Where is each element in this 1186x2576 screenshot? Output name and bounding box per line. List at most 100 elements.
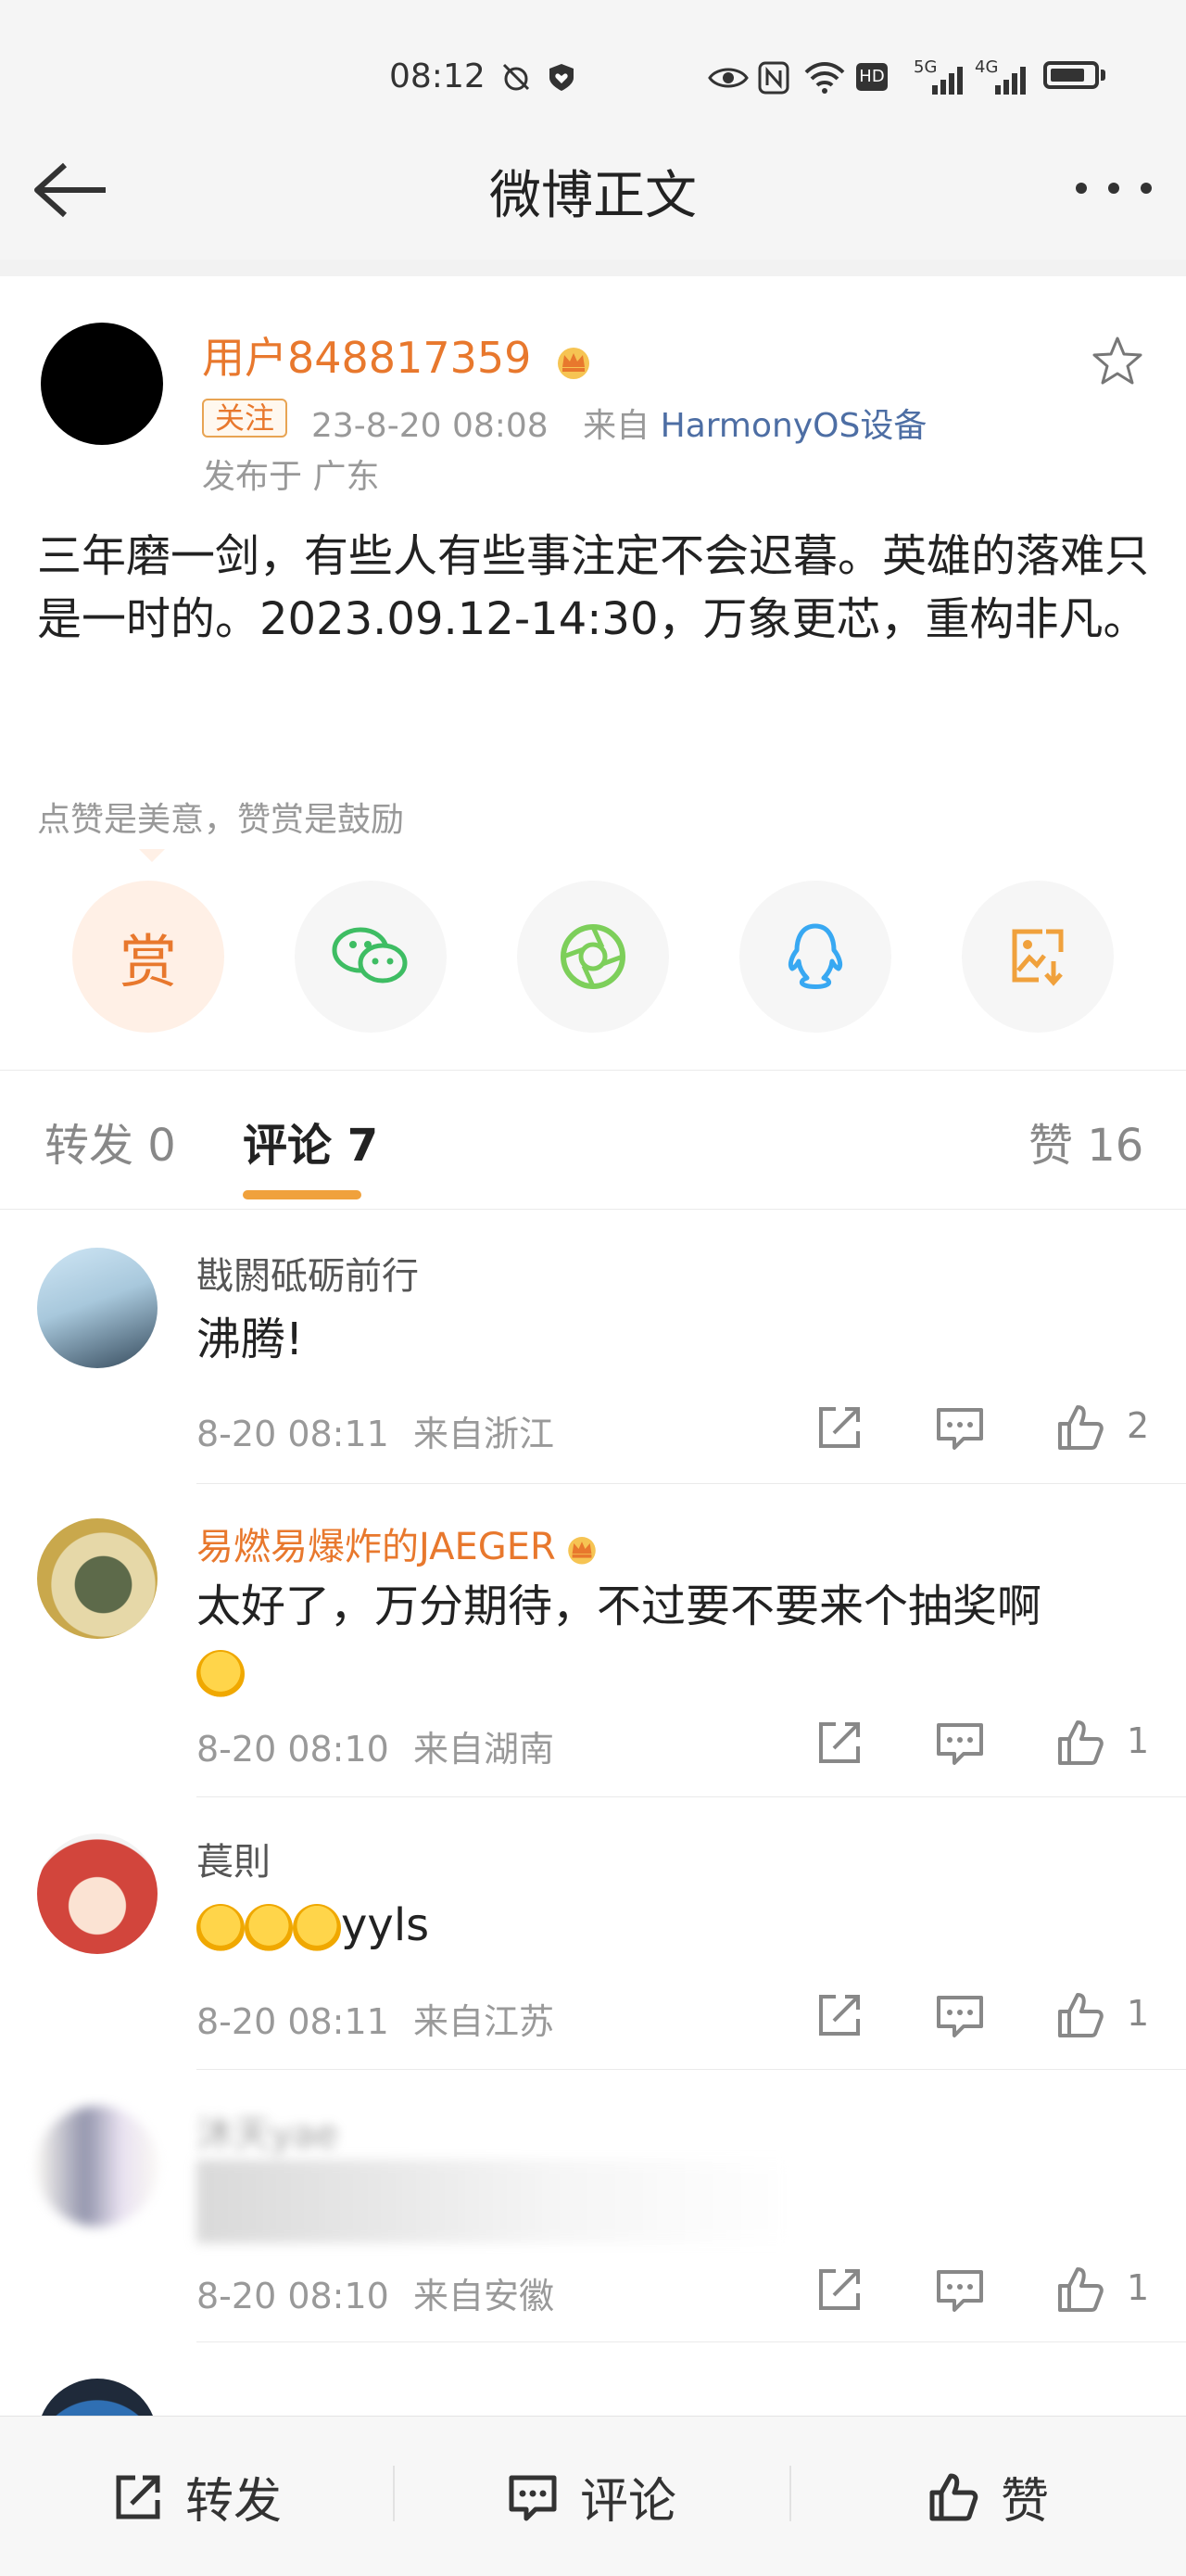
comment-author-text[interactable]: 易燃易爆炸的JAEGER bbox=[196, 1526, 556, 1568]
comment-like-count: 1 bbox=[1127, 2267, 1150, 2308]
comment-like-icon[interactable] bbox=[1054, 1989, 1106, 2041]
share-qq-button[interactable] bbox=[739, 881, 891, 1033]
tab-likes[interactable]: 赞 16 bbox=[1028, 1109, 1143, 1174]
comment-author[interactable]: 沐天yae bbox=[196, 2104, 338, 2158]
nfc-icon bbox=[758, 61, 789, 95]
comment-like-icon[interactable] bbox=[1054, 1717, 1106, 1769]
more-horizontal-icon[interactable] bbox=[1075, 182, 1153, 195]
comment-meta: 8-20 08:10 来自安徽 bbox=[196, 2267, 554, 2318]
comment-avatar[interactable] bbox=[37, 1248, 158, 1368]
comment-like-icon[interactable] bbox=[1054, 1402, 1106, 1453]
reward-button[interactable]: 赏 bbox=[72, 881, 224, 1033]
comment-meta: 8-20 08:11 来自江苏 bbox=[196, 1993, 554, 2044]
comment-like-count: 1 bbox=[1127, 1720, 1150, 1761]
comment-like-count: 1 bbox=[1127, 1993, 1150, 2034]
comment-location: 来自江苏 bbox=[412, 2001, 554, 2042]
status-time: 08:12 bbox=[389, 57, 486, 95]
reward-hint-pointer bbox=[139, 849, 165, 862]
author-name[interactable]: 用户848817359 bbox=[202, 324, 595, 386]
vip-crown-icon bbox=[558, 347, 590, 379]
laughing-crying-emoji-icon bbox=[196, 1650, 245, 1698]
battery-icon bbox=[1043, 61, 1099, 89]
hd-badge: HD bbox=[856, 63, 888, 91]
comment-button[interactable]: 评论 bbox=[506, 2462, 676, 2532]
crying-emoji-icon bbox=[196, 1904, 245, 1952]
thumbs-up-icon bbox=[929, 2473, 978, 2520]
comment-icon bbox=[509, 2475, 557, 2520]
comment-label: 评论 bbox=[580, 2474, 677, 2530]
comment-repost-icon[interactable] bbox=[814, 1402, 865, 1453]
repost-button[interactable]: 转发 bbox=[111, 2462, 282, 2532]
comment-reply-icon[interactable] bbox=[934, 1402, 986, 1453]
like-button[interactable]: 赞 bbox=[927, 2462, 1049, 2532]
post-meta: 23-8-20 08:08 来自 HarmonyOS设备 bbox=[311, 399, 927, 447]
divider bbox=[789, 2466, 791, 2521]
section-gap bbox=[0, 260, 1186, 276]
comment-author[interactable]: 易燃易爆炸的JAEGER bbox=[196, 1516, 600, 1570]
eye-icon bbox=[708, 68, 749, 88]
comment-repost-icon[interactable] bbox=[814, 1717, 865, 1769]
comment-author[interactable]: 戡閼砥砺前行 bbox=[196, 1246, 419, 1300]
save-image-icon bbox=[1012, 929, 1064, 986]
wechat-icon bbox=[332, 927, 408, 983]
reward-hint: 点赞是美意，赞赏是鼓励 bbox=[37, 801, 405, 839]
comment-location: 来自浙江 bbox=[412, 1414, 554, 1454]
comment-like-icon[interactable] bbox=[1054, 2264, 1106, 2316]
post-source[interactable]: HarmonyOS设备 bbox=[661, 407, 927, 445]
divider bbox=[0, 1070, 1186, 1071]
save-image-button[interactable] bbox=[962, 881, 1114, 1033]
post-source-prefix: 来自 bbox=[583, 407, 650, 445]
comment-reply-icon[interactable] bbox=[934, 1989, 986, 2041]
comment-repost-icon[interactable] bbox=[814, 2264, 865, 2316]
comment-location: 来自安徽 bbox=[412, 2276, 554, 2316]
active-tab-indicator bbox=[243, 1190, 361, 1199]
divider bbox=[0, 1209, 1186, 1210]
comment-repost-icon[interactable] bbox=[814, 1989, 865, 2041]
divider bbox=[196, 2069, 1186, 2070]
vip-crown-icon bbox=[568, 1536, 596, 1565]
comment-text: yyls bbox=[196, 1893, 1151, 1958]
comment-avatar[interactable] bbox=[37, 1518, 158, 1639]
crying-emoji-icon bbox=[245, 1904, 293, 1952]
comment-meta: 8-20 08:11 来自浙江 bbox=[196, 1405, 554, 1456]
comment-time: 8-20 08:10 bbox=[196, 2276, 389, 2316]
alarm-off-icon bbox=[502, 63, 530, 91]
comment-meta: 8-20 08:10 来自湖南 bbox=[196, 1720, 554, 1771]
post-time: 23-8-20 08:08 bbox=[311, 407, 549, 445]
author-avatar[interactable] bbox=[41, 323, 163, 445]
favorite-star-icon[interactable] bbox=[1090, 334, 1145, 389]
comment-text-body: 太好了，万分期待，不过要不要来个抽奖啊 bbox=[196, 1580, 1042, 1632]
page-title: 微博正文 bbox=[489, 166, 697, 226]
comment-reply-icon[interactable] bbox=[934, 1717, 986, 1769]
wifi-icon bbox=[804, 62, 845, 94]
moments-icon bbox=[561, 924, 625, 989]
battery-tip bbox=[1101, 70, 1105, 81]
comment-text-blurred bbox=[196, 2160, 789, 2243]
share-wechat-button[interactable] bbox=[295, 881, 447, 1033]
tab-comments[interactable]: 评论 7 bbox=[243, 1109, 378, 1174]
comment-text: 太好了，万分期待，不过要不要来个抽奖啊 bbox=[196, 1574, 1151, 1704]
post-content: 三年磨一剑，有些人有些事注定不会迟暮。英雄的落难只是一时的。2023.09.12… bbox=[37, 530, 1150, 645]
author-name-text[interactable]: 用户848817359 bbox=[202, 333, 531, 383]
signal-5g-icon bbox=[932, 67, 963, 95]
repost-label: 转发 bbox=[185, 2474, 283, 2530]
comment-avatar[interactable] bbox=[37, 1834, 158, 1954]
crying-emoji-icon bbox=[293, 1904, 341, 1952]
reward-icon: 赏 bbox=[119, 928, 177, 996]
post-location: 发布于 广东 bbox=[202, 458, 380, 496]
like-label: 赞 bbox=[1001, 2474, 1050, 2530]
comment-text: 沸腾! bbox=[196, 1313, 304, 1365]
comment-time: 8-20 08:11 bbox=[196, 1414, 389, 1454]
comment-reply-icon[interactable] bbox=[934, 2264, 986, 2316]
comment-author[interactable]: 萇則 bbox=[196, 1832, 271, 1885]
signal-4g-icon bbox=[995, 67, 1026, 95]
divider bbox=[196, 2341, 1186, 2342]
share-moments-button[interactable] bbox=[517, 881, 669, 1033]
divider bbox=[393, 2466, 395, 2521]
comment-avatar[interactable] bbox=[37, 2106, 158, 2227]
tab-repost[interactable]: 转发 0 bbox=[44, 1109, 176, 1174]
comment-time: 8-20 08:11 bbox=[196, 2001, 389, 2042]
follow-button[interactable]: 关注 bbox=[202, 399, 288, 438]
comment-location: 来自湖南 bbox=[412, 1729, 554, 1770]
heart-shield-icon bbox=[549, 64, 574, 91]
